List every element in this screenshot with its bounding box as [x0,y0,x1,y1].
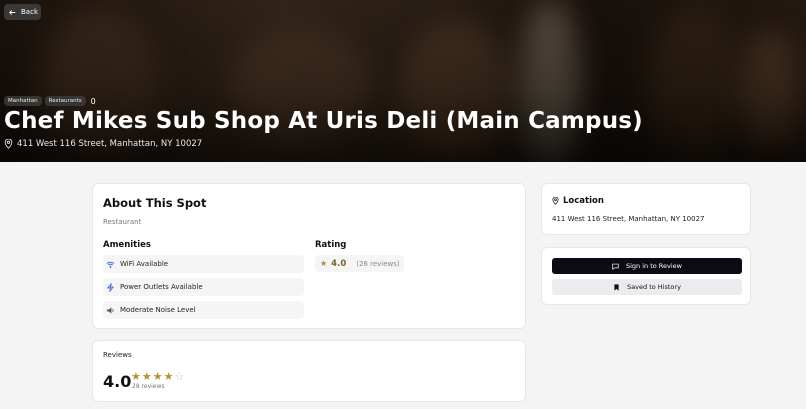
back-button[interactable]: Back [4,4,41,20]
star-filled-icon: ★ [141,370,152,383]
star-icon: ★ [320,259,328,268]
bookmark-icon [614,283,619,291]
hero-address-text: 411 West 116 Street, Manhattan, NY 10027 [17,139,203,149]
actions-card: Sign in to Review Saved to History [541,247,751,305]
tag-list: Manhattan Restaurants 0 [4,96,96,106]
tag-borough[interactable]: Manhattan [4,96,42,106]
location-card: Location 411 West 116 Street, Manhattan,… [541,183,751,235]
amenity-label: Power Outlets Available [120,283,203,291]
arrow-left-icon [9,9,16,15]
sign-in-label: Sign in to Review [625,262,683,270]
reviews-card: Reviews 4.0 ★ ★ ★ ★ ☆ 28 reviews [92,340,526,402]
speaker-icon [106,306,114,314]
map-pin-icon [552,197,559,205]
amenity-noise: Moderate Noise Level [103,301,304,319]
rating-chip: ★ 4.0 (26 reviews) [315,255,404,272]
amenity-label: Moderate Noise Level [120,306,196,314]
location-title-row: Location [552,196,604,206]
saved-label: Saved to History [627,283,681,291]
reviews-count: 28 reviews [132,383,165,390]
about-title: About This Spot [103,196,207,210]
tag-category[interactable]: Restaurants [44,96,86,106]
lightning-icon [106,282,115,292]
tag-extra-count: 0 [90,96,96,106]
reviews-title: Reviews [103,351,132,359]
map-pin-icon [4,139,13,149]
star-filled-icon: ★ [163,370,174,383]
reviews-average: 4.0 [103,372,132,391]
amenities-title: Amenities [103,240,151,250]
rating-count: (26 reviews) [356,259,400,268]
wifi-icon [106,261,115,268]
star-rating: ★ ★ ★ ★ ☆ [131,370,184,383]
sign-in-to-review-button[interactable]: Sign in to Review [552,258,742,274]
message-square-icon [612,263,619,270]
rating-value: 4.0 [331,258,347,269]
page-title: Chef Mikes Sub Shop At Uris Deli (Main C… [4,108,643,134]
location-address: 411 West 116 Street, Manhattan, NY 10027 [552,215,705,223]
star-filled-icon: ★ [131,370,141,383]
back-button-label: Back [21,8,38,16]
amenity-wifi: WiFi Available [103,255,304,273]
amenity-power: Power Outlets Available [103,278,304,296]
rating-title: Rating [315,240,347,250]
about-category: Restaurant [103,218,142,226]
hero-address: 411 West 116 Street, Manhattan, NY 10027 [4,139,202,149]
amenity-label: WiFi Available [120,260,169,268]
location-title: Location [563,196,604,206]
about-card: About This Spot Restaurant Amenities WiF… [92,183,526,329]
saved-to-history-button[interactable]: Saved to History [552,279,742,295]
star-filled-icon: ★ [152,370,163,383]
hero-banner: Back Manhattan Restaurants 0 Chef Mikes … [0,0,806,162]
star-empty-icon: ☆ [174,370,185,383]
